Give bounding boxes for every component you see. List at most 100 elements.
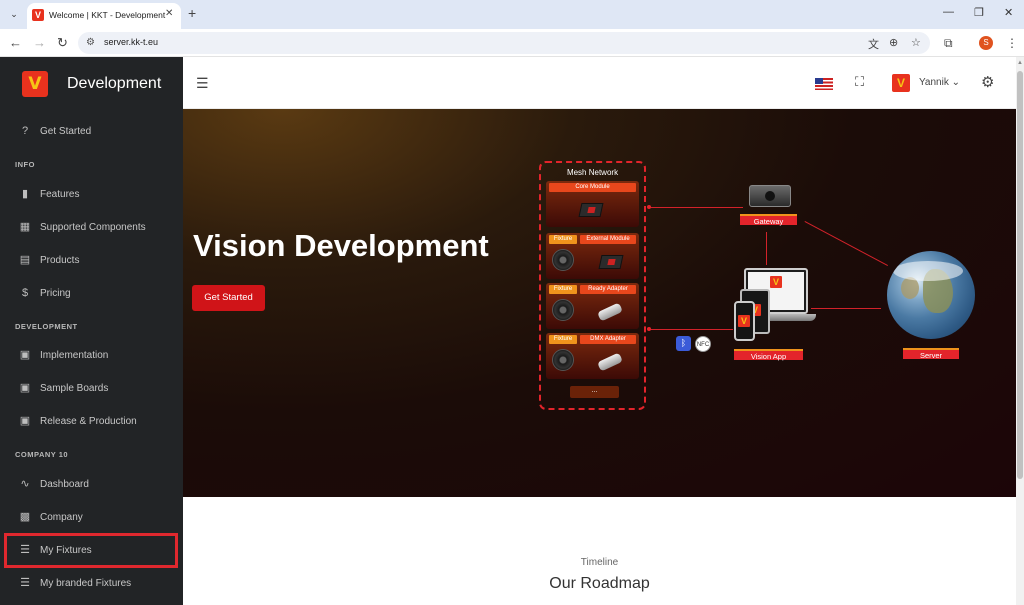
book-icon: ▤ bbox=[19, 254, 31, 266]
question-circle-icon: ? bbox=[21, 125, 29, 137]
ready-adapter-image bbox=[597, 302, 623, 322]
mesh-gateway-connector bbox=[649, 207, 743, 208]
chevron-down-icon: ⌄ bbox=[951, 77, 961, 88]
sidebar-item-my-branded-fixtures[interactable]: ☰ My branded Fixtures bbox=[0, 570, 183, 598]
browser-menu-icon[interactable]: ⋮ bbox=[1006, 36, 1018, 50]
ready-adapter-card: Fixture Ready Adapter bbox=[546, 283, 639, 329]
mesh-app-connector bbox=[649, 329, 733, 330]
gear-icon[interactable]: ⚙ bbox=[981, 73, 994, 91]
dollar-icon: $ bbox=[21, 287, 29, 299]
timeline-eyebrow: Timeline bbox=[580, 557, 619, 568]
window-close-icon[interactable]: ✕ bbox=[1004, 6, 1013, 19]
connector-end-dot bbox=[647, 327, 651, 331]
mesh-network-title: Mesh Network bbox=[566, 168, 619, 177]
fixture-image bbox=[552, 299, 574, 321]
roadmap-heading: Our Roadmap bbox=[549, 575, 650, 592]
minimize-icon[interactable]: — bbox=[943, 6, 954, 18]
sidebar-item-products[interactable]: ▤ Products bbox=[0, 247, 183, 275]
list-icon: ☰ bbox=[20, 577, 30, 589]
bluetooth-icon: ᛒ bbox=[676, 336, 691, 351]
section-heading-development: DEVELOPMENT bbox=[15, 322, 78, 331]
url-text[interactable]: server.kk-t.eu bbox=[104, 37, 158, 47]
dmx-adapter-card: Fixture DMX Adapter bbox=[546, 333, 639, 379]
bookmark-star-icon[interactable]: ☆ bbox=[911, 36, 921, 49]
profile-avatar[interactable]: S bbox=[979, 36, 993, 50]
sidebar-item-label: Features bbox=[40, 189, 80, 200]
chip-icon: ▣ bbox=[19, 349, 31, 361]
back-icon[interactable]: ← bbox=[9, 35, 22, 50]
extensions-icon[interactable]: ⧉ bbox=[944, 36, 953, 51]
section-heading-info: INFO bbox=[15, 160, 35, 169]
vision-app-label: Vision App bbox=[734, 349, 803, 361]
browser-tab-active[interactable]: V Welcome | KKT - Development ✕ bbox=[27, 3, 181, 29]
scrollbar-thumb[interactable] bbox=[1017, 71, 1023, 479]
tab-close-icon[interactable]: ✕ bbox=[165, 8, 173, 19]
fullscreen-icon[interactable]: ⛶ bbox=[855, 74, 864, 90]
sidebar-item-pricing[interactable]: $ Pricing bbox=[0, 280, 183, 308]
sidebar-item-supported-components[interactable]: ▦ Supported Components bbox=[0, 214, 183, 242]
reload-icon[interactable]: ↻ bbox=[57, 35, 68, 51]
browser-toolbar: ← → ↻ ⚙ server.kk-t.eu 文 ⊕ ☆ ⧉ S ⋮ bbox=[0, 29, 1024, 57]
tab-search-button[interactable]: ⌄ bbox=[5, 5, 23, 23]
section-heading-company: COMPANY 10 bbox=[15, 450, 69, 459]
dmx-adapter-image bbox=[597, 352, 623, 372]
chip-icon: ▣ bbox=[19, 382, 31, 394]
core-module-card: Core Module bbox=[546, 181, 639, 227]
sidebar-item-label: Pricing bbox=[40, 288, 71, 299]
app-logo-icon bbox=[770, 276, 782, 288]
nfc-icon: NFC bbox=[695, 336, 711, 352]
globe-cloud bbox=[893, 261, 963, 281]
sidebar-item-company[interactable]: ▩ Company bbox=[0, 504, 183, 532]
scroll-up-icon[interactable]: ▲ bbox=[1017, 60, 1023, 66]
fixture-image bbox=[552, 249, 574, 271]
sidebar: V Development ? Get Started INFO ▮ Featu… bbox=[0, 57, 183, 605]
highlight-annotation-box bbox=[4, 533, 178, 568]
core-module-image bbox=[578, 203, 604, 217]
user-avatar[interactable]: V bbox=[892, 74, 910, 92]
more-devices-label: ... bbox=[570, 386, 619, 398]
site-info-icon[interactable]: ⚙ bbox=[86, 37, 95, 48]
sidebar-item-get-started[interactable]: ? Get Started bbox=[0, 118, 183, 146]
server-label: Server bbox=[903, 348, 959, 360]
chip-icon: ▣ bbox=[19, 415, 31, 427]
address-bar[interactable]: ⚙ server.kk-t.eu 文 ⊕ ☆ bbox=[78, 32, 930, 54]
fixture-label: Fixture bbox=[549, 285, 577, 294]
fixture-image bbox=[552, 349, 574, 371]
us-flag-icon[interactable] bbox=[815, 78, 833, 90]
bookmark-icon: ▮ bbox=[21, 188, 29, 200]
dmx-adapter-label: DMX Adapter bbox=[580, 335, 636, 344]
sidebar-item-implementation[interactable]: ▣ Implementation bbox=[0, 342, 183, 370]
forward-icon[interactable]: → bbox=[33, 35, 46, 50]
sidebar-item-dashboard[interactable]: ∿ Dashboard bbox=[0, 471, 183, 499]
external-module-image bbox=[598, 255, 624, 269]
sidebar-item-release-production[interactable]: ▣ Release & Production bbox=[0, 408, 183, 436]
sidebar-item-sample-boards[interactable]: ▣ Sample Boards bbox=[0, 375, 183, 403]
app-server-connector bbox=[811, 308, 881, 309]
new-tab-button[interactable]: + bbox=[188, 5, 196, 21]
page-scrollbar[interactable]: ▲ bbox=[1016, 57, 1024, 605]
hero-title: Vision Development bbox=[193, 228, 489, 263]
translate-icon[interactable]: 文 bbox=[868, 36, 879, 52]
fixture-label: Fixture bbox=[549, 235, 577, 244]
hamburger-menu-icon[interactable]: ☰ bbox=[196, 75, 209, 92]
tab-favicon-icon: V bbox=[32, 9, 44, 21]
core-module-label: Core Module bbox=[549, 183, 636, 192]
gateway-label: Gateway bbox=[740, 214, 797, 226]
sidebar-item-label: Implementation bbox=[40, 350, 109, 361]
sidebar-item-label: Company bbox=[40, 512, 83, 523]
zoom-icon[interactable]: ⊕ bbox=[889, 36, 898, 49]
tab-title: Welcome | KKT - Development bbox=[49, 10, 166, 20]
contact-card-icon: ▩ bbox=[19, 511, 31, 523]
sidebar-item-features[interactable]: ▮ Features bbox=[0, 181, 183, 209]
grid-icon: ▦ bbox=[19, 221, 31, 233]
sidebar-item-label: My branded Fixtures bbox=[40, 578, 132, 589]
sidebar-item-label: Release & Production bbox=[40, 416, 137, 427]
mesh-network-panel: Mesh Network Core Module Fixture Externa… bbox=[539, 161, 646, 410]
app-logo-icon bbox=[738, 315, 750, 327]
app-header: ☰ ⛶ V Yannik ⌄ ⚙ bbox=[183, 57, 1016, 109]
gateway-device-image bbox=[749, 185, 791, 207]
restore-icon[interactable]: ❐ bbox=[974, 6, 984, 19]
get-started-button[interactable]: Get Started bbox=[192, 285, 265, 311]
connector-end-dot bbox=[647, 205, 651, 209]
user-menu[interactable]: Yannik ⌄ bbox=[919, 77, 960, 88]
